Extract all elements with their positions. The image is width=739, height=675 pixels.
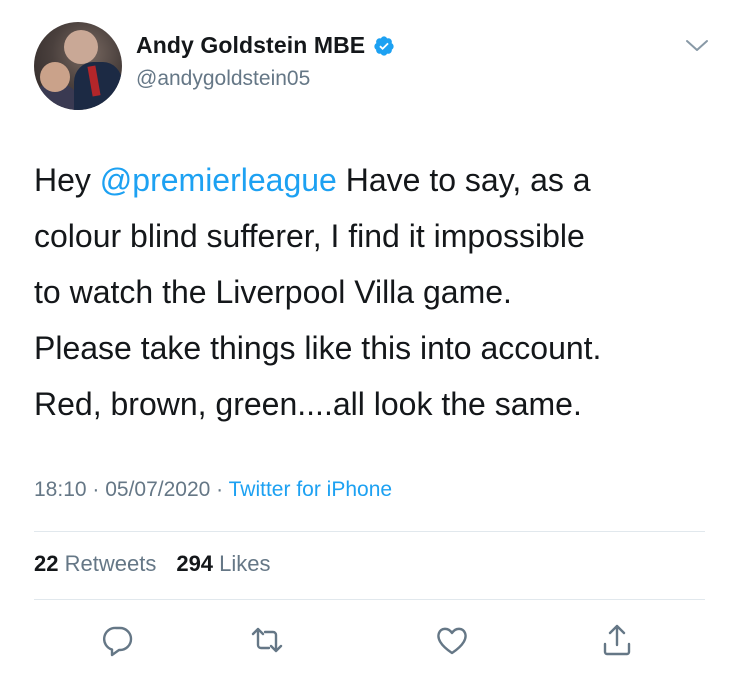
author-name-row: Andy Goldstein MBE — [136, 32, 395, 59]
divider — [34, 599, 705, 600]
author-handle[interactable]: @andygoldstein05 — [136, 67, 310, 91]
likes-label: Likes — [219, 551, 271, 576]
heart-icon[interactable] — [432, 620, 472, 660]
tweet-source-link[interactable]: Twitter for iPhone — [229, 478, 392, 501]
tweet-text-prefix: Hey — [34, 162, 100, 198]
meta-separator: · — [86, 478, 106, 501]
author-display-name[interactable]: Andy Goldstein MBE — [136, 32, 365, 59]
retweets-count: 22 — [34, 551, 59, 576]
retweet-icon[interactable] — [247, 620, 287, 660]
share-icon[interactable] — [597, 620, 637, 660]
avatar[interactable] — [34, 22, 122, 110]
retweets-label: Retweets — [64, 551, 157, 576]
divider — [34, 531, 705, 532]
likes-stat[interactable]: 294 Likes — [176, 551, 270, 576]
tweet-stats: 22 Retweets 294 Likes — [34, 551, 271, 577]
verified-badge-icon — [373, 35, 395, 57]
tweet-text: Hey @premierleague Have to say, as a col… — [34, 152, 724, 432]
meta-separator: · — [210, 478, 229, 501]
tweet-text-body: Have to say, as a colour blind sufferer,… — [34, 162, 602, 422]
mention-link[interactable]: @premierleague — [100, 162, 337, 198]
chevron-down-icon[interactable] — [684, 36, 710, 56]
tweet-date[interactable]: 05/07/2020 — [105, 478, 210, 501]
reply-icon[interactable] — [98, 620, 138, 660]
tweet-meta: 18:10 · 05/07/2020 · Twitter for iPhone — [34, 478, 392, 502]
retweets-stat[interactable]: 22 Retweets — [34, 551, 156, 576]
tweet-time: 18:10 — [34, 478, 87, 501]
likes-count: 294 — [176, 551, 214, 576]
